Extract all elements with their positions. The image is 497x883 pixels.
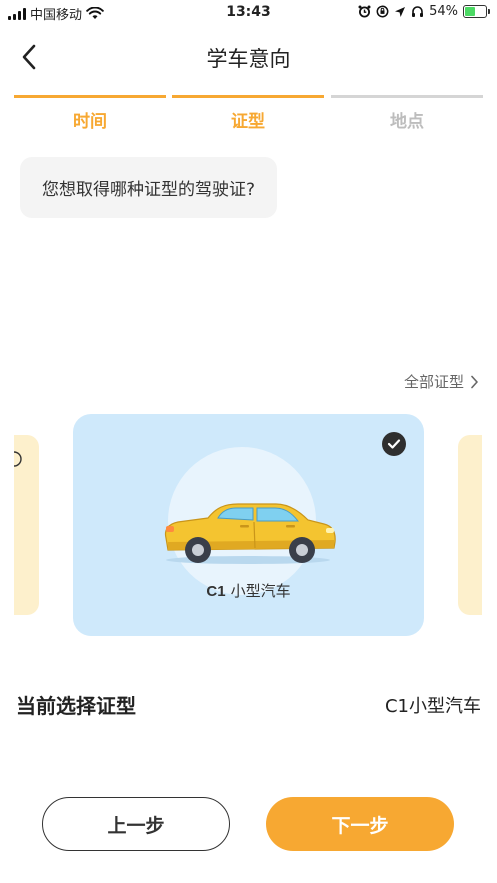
car-icon [164, 503, 336, 564]
step-tab-time[interactable]: 时间 [14, 107, 166, 132]
next-step-button[interactable]: 下一步 [266, 797, 454, 851]
license-card-prev[interactable] [13, 435, 39, 615]
previous-step-button[interactable]: 上一步 [42, 797, 230, 851]
step-indicator-location [331, 95, 483, 98]
headphones-icon [412, 6, 424, 17]
question-text: 您想取得哪种证型的驾驶证? [42, 180, 256, 200]
license-card-label: C1 小型汽车 [73, 580, 424, 601]
current-selection-label: 当前选择证型 [16, 694, 136, 718]
all-license-types-label: 全部证型 [403, 373, 464, 391]
battery-percent: 54% [429, 4, 458, 19]
orientation-lock-icon [376, 5, 389, 18]
current-selection-value: C1小型汽车 [384, 696, 481, 717]
all-license-types-link[interactable]: 全部证型 [404, 371, 479, 392]
status-right: 54% [358, 4, 490, 19]
license-name: 小型汽车 [230, 582, 291, 600]
license-card-next[interactable] [458, 435, 482, 615]
step-indicator-time [14, 95, 166, 98]
radio-circle-icon [13, 451, 22, 467]
step-tab-license[interactable]: 证型 [172, 107, 324, 132]
page-title: 学车意向 [206, 47, 291, 71]
license-card-c1[interactable]: C1 小型汽车 [73, 414, 424, 636]
alarm-icon [358, 5, 371, 18]
license-code: C1 [206, 583, 226, 600]
selected-check-icon [382, 432, 406, 456]
question-bubble: 您想取得哪种证型的驾驶证? [20, 157, 278, 218]
chevron-right-icon [471, 375, 478, 388]
battery-icon [463, 5, 490, 18]
status-bar: 中国移动 13:43 54% [0, 0, 497, 26]
location-icon [395, 6, 406, 17]
step-indicator-license [172, 95, 324, 98]
step-tab-location[interactable]: 地点 [331, 107, 483, 132]
